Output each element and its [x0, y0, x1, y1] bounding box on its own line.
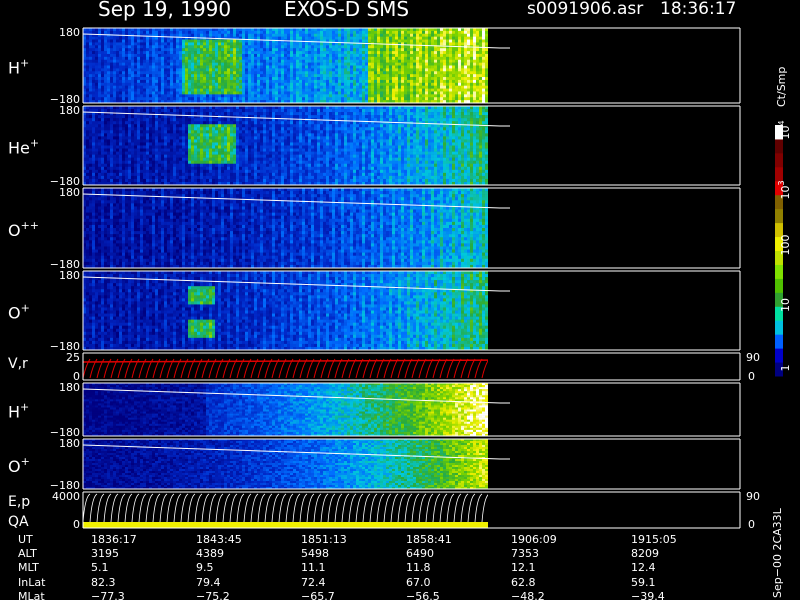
- orbit-cell: 8209: [631, 547, 659, 560]
- panel-oplus1: [82, 270, 741, 351]
- orbit-cell: −65.7: [301, 590, 335, 600]
- panel-vr: [82, 352, 741, 381]
- panel-ep-top-tick: 4000: [52, 490, 80, 503]
- orbit-cell: 1858:41: [406, 533, 452, 546]
- orbit-cell: −77.3: [91, 590, 125, 600]
- colorbar-swatch: [775, 208, 783, 224]
- orbit-cell: −75.2: [196, 590, 230, 600]
- orbit-cell: 12.1: [511, 561, 536, 574]
- orbit-row-label-alt: ALT: [18, 547, 37, 560]
- orbit-cell: 9.5: [196, 561, 214, 574]
- sms-plot-window: Sep 19, 1990 EXOS-D SMS s0091906.asr 18:…: [0, 0, 800, 600]
- colorbar-tick: 10: [779, 298, 792, 312]
- colorbar-unit-label: Ct/Smp: [775, 67, 788, 107]
- orbit-cell: −39.4: [631, 590, 665, 600]
- panel-hplus2-label: H+: [8, 401, 29, 422]
- colorbar-tick: 103: [777, 180, 792, 199]
- orbit-cell: 1843:45: [196, 533, 242, 546]
- orbit-row-label-ut: UT: [18, 533, 33, 546]
- footer-note: Sep−00 2CA33L: [771, 508, 784, 598]
- orbit-cell: 79.4: [196, 576, 221, 589]
- panel-heplus: [82, 105, 741, 186]
- orbit-cell: 5.1: [91, 561, 109, 574]
- colorbar-swatch: [775, 320, 783, 335]
- orbit-cell: 59.1: [631, 576, 656, 589]
- panel-hplus1-label: H+: [8, 57, 29, 78]
- colorbar-swatch: [775, 348, 783, 363]
- colorbar-swatch: [775, 152, 783, 168]
- orbit-cell: 82.3: [91, 576, 116, 589]
- panel-hplus1: [82, 27, 741, 104]
- orbit-cell: 1851:13: [301, 533, 347, 546]
- plot-area: 180−180H+180−180He+180−180O++180−180O+25…: [8, 26, 792, 600]
- panel-hplus2-top-tick: 180: [59, 381, 80, 394]
- colorbar-swatch: [775, 334, 783, 349]
- orbit-row-label-inlat: InLat: [18, 576, 46, 589]
- orbit-cell: −56.5: [406, 590, 440, 600]
- orbit-cell: 62.8: [511, 576, 536, 589]
- panel-oplus2: [82, 438, 741, 490]
- orbit-cell: −48.2: [511, 590, 545, 600]
- panel-vr-right-bottom-tick: 0: [748, 370, 755, 383]
- colorbar-swatch: [775, 264, 783, 279]
- panel-ep-bottom-tick: 0: [73, 518, 80, 531]
- colorbar-tick: 104: [777, 120, 792, 139]
- panel-oplus1-top-tick: 180: [59, 269, 80, 282]
- panel-oplus2-top-tick: 180: [59, 437, 80, 450]
- panel-ep-label: E,p: [8, 494, 30, 510]
- panel-oplusplus-top-tick: 180: [59, 186, 80, 199]
- orbit-cell: 6490: [406, 547, 434, 560]
- panel-vr-label: V,r: [8, 356, 28, 372]
- orbit-cell: 12.4: [631, 561, 656, 574]
- orbit-cell: 11.8: [406, 561, 431, 574]
- orbit-cell: 1915:05: [631, 533, 677, 546]
- panel-oplusplus: [82, 187, 741, 269]
- colorbar-tick: 100: [779, 235, 792, 256]
- orbit-row-label-mlt: MLT: [18, 561, 39, 574]
- panel-ep: [82, 491, 741, 529]
- orbit-cell: 1906:09: [511, 533, 557, 546]
- panel-vr-top-tick: 25: [66, 351, 80, 364]
- panel-heplus-top-tick: 180: [59, 104, 80, 117]
- colorbar: 1 10 100 103 104: [775, 120, 792, 377]
- orbit-row-label-mlat: MLat: [18, 590, 45, 600]
- orbit-cell: 1836:17: [91, 533, 137, 546]
- panel-vr-right-top-tick: 90: [746, 351, 760, 364]
- panel-hplus2: [82, 382, 741, 437]
- colorbar-swatch: [775, 138, 783, 154]
- panel-oplusplus-label: O++: [8, 219, 39, 240]
- panel-ep-right-bottom-tick: 0: [748, 518, 755, 531]
- panel-ep-right-top-tick: 90: [746, 490, 760, 503]
- panel-ep-label2: QA: [8, 514, 29, 530]
- orbit-cell: 67.0: [406, 576, 431, 589]
- colorbar-swatch: [775, 278, 783, 293]
- orbit-cell: 11.1: [301, 561, 326, 574]
- colorbar-swatch: [775, 166, 783, 182]
- colorbar-tick: 1: [779, 365, 792, 372]
- orbit-cell: 72.4: [301, 576, 326, 589]
- orbit-cell: 5498: [301, 547, 329, 560]
- orbit-cell: 4389: [196, 547, 224, 560]
- panel-heplus-label: He+: [8, 137, 39, 158]
- orbit-cell: 7353: [511, 547, 539, 560]
- panel-hplus1-top-tick: 180: [59, 26, 80, 39]
- orbit-cell: 3195: [91, 547, 119, 560]
- panel-oplus1-label: O+: [8, 302, 30, 323]
- panel-oplus2-label: O+: [8, 455, 30, 476]
